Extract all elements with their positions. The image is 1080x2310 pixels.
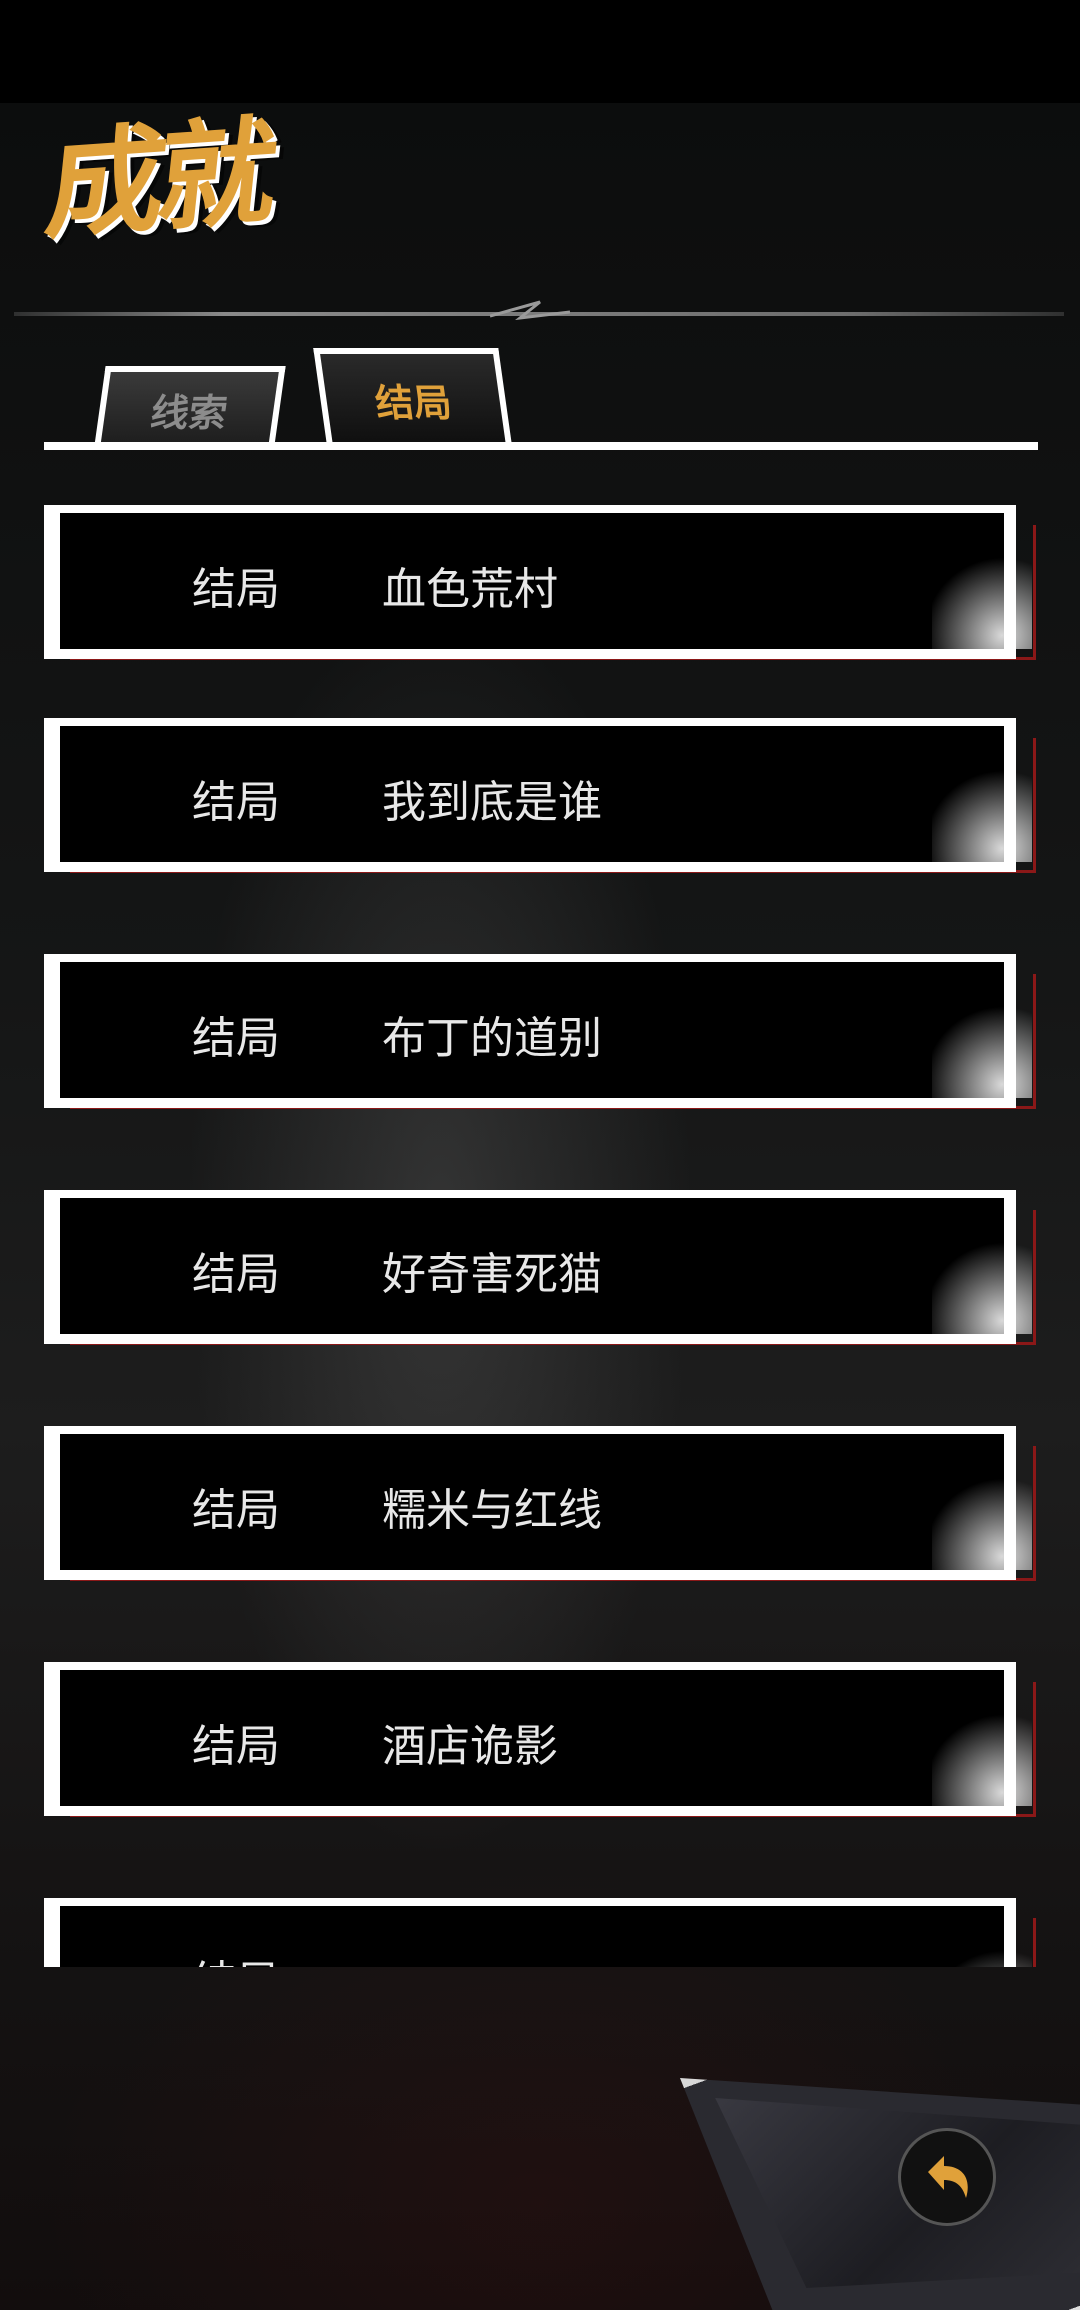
entry-type: 结局 xyxy=(192,1013,280,1064)
grunge-decoration xyxy=(932,962,1032,1098)
tab-endings-label: 结局 xyxy=(372,380,455,425)
status-bar xyxy=(0,0,1080,103)
entry-type: 结局 xyxy=(192,1249,280,1300)
tab-endings[interactable]: 结局 xyxy=(313,348,512,444)
grunge-decoration xyxy=(932,726,1032,862)
grunge-decoration xyxy=(932,1670,1032,1806)
entry-type: 结局 xyxy=(192,1485,280,1536)
entry-type: 结局 xyxy=(192,1946,280,1967)
entry-type: 结局 xyxy=(192,777,280,828)
entry-name: 我到底是谁 xyxy=(382,777,602,828)
entry-type: 结局 xyxy=(192,564,280,615)
entry-name: 血色荒村 xyxy=(382,564,558,615)
list-item[interactable]: 结局 血色荒村 xyxy=(44,505,1044,675)
grunge-decoration xyxy=(932,1434,1032,1570)
entry-name: 好奇害死猫 xyxy=(382,1249,602,1300)
tab-clues-label: 线索 xyxy=(147,390,231,435)
divider-notch xyxy=(490,300,570,320)
entry-type: 结局 xyxy=(192,1721,280,1772)
list-item[interactable]: 结局 好奇害死猫 xyxy=(44,1190,1044,1360)
list-item[interactable]: 结局 布丁的道别 xyxy=(44,954,1044,1124)
grunge-decoration xyxy=(932,513,1032,649)
entry-name: 布丁的道别 xyxy=(382,1013,602,1064)
back-button[interactable] xyxy=(898,2128,996,2226)
list-item[interactable]: 结局 我到底是谁 xyxy=(44,718,1044,888)
list-item[interactable]: 结局 糯米与红线 xyxy=(44,1426,1044,1596)
list-item[interactable]: 结局 xyxy=(44,1898,1044,1967)
tab-underline xyxy=(44,442,1038,450)
list-item[interactable]: 结局 酒店诡影 xyxy=(44,1662,1044,1832)
tab-clues[interactable]: 线索 xyxy=(94,366,286,446)
entry-name: 酒店诡影 xyxy=(382,1721,558,1772)
back-arrow-icon xyxy=(928,2156,968,2198)
entry-name: 糯米与红线 xyxy=(382,1485,602,1536)
ending-list[interactable]: 结局 血色荒村 结局 我到底是谁 结局 布丁的道别 结局 好奇害死猫 结局 糯米… xyxy=(0,505,1080,1967)
page-title: 成就 xyxy=(39,102,277,256)
grunge-decoration xyxy=(932,1906,1032,1967)
grunge-decoration xyxy=(932,1198,1032,1334)
